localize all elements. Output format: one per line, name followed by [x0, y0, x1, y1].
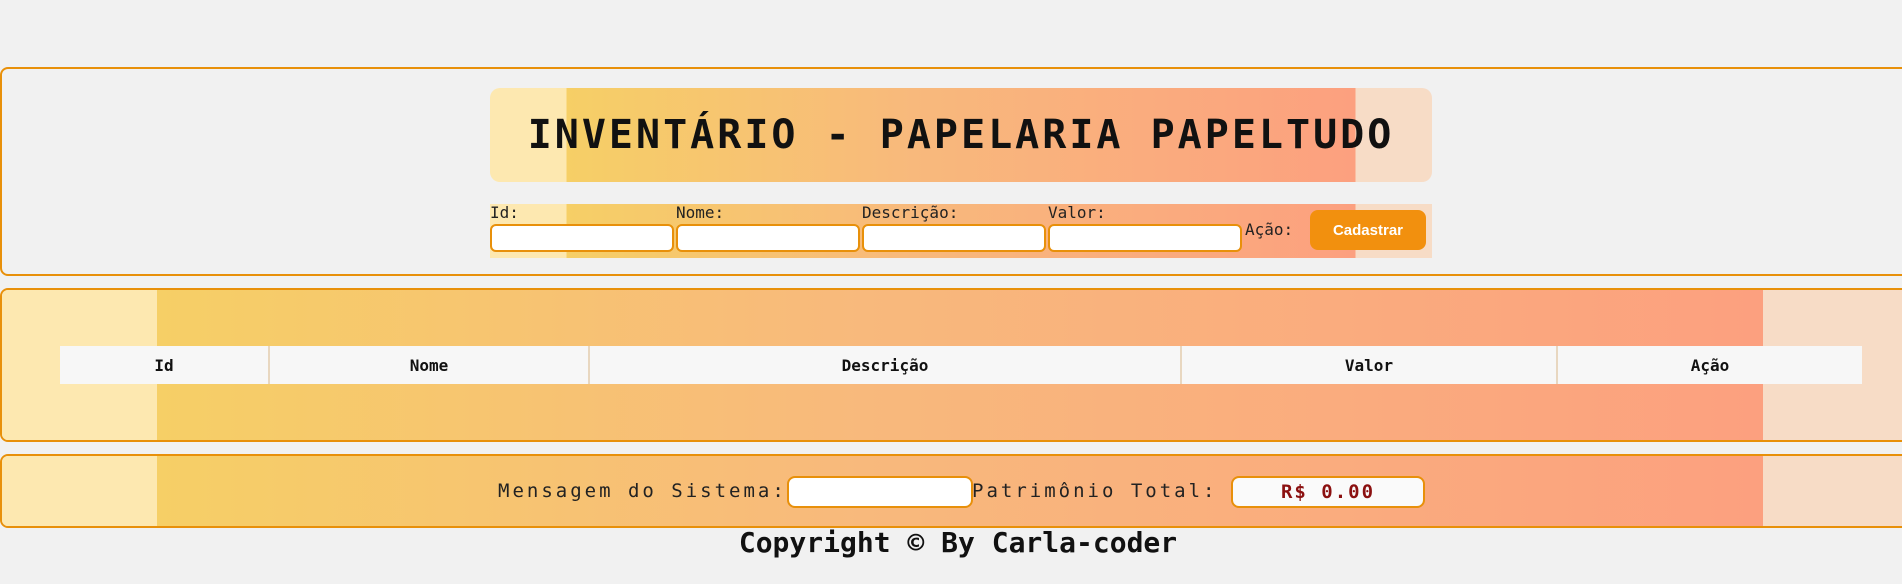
- system-message-label: Mensagem do Sistema:: [498, 480, 787, 502]
- nome-label: Nome:: [676, 203, 725, 222]
- copyright-label: Copyright © By Carla-coder: [738, 526, 1178, 559]
- nome-field-group: Nome:: [676, 204, 860, 252]
- column-header-acao: Ação: [1690, 355, 1730, 375]
- descricao-field-group: Descrição:: [862, 204, 1046, 252]
- column-header-nome: Nome: [269, 346, 590, 384]
- column-header-id: Id: [60, 346, 270, 384]
- inventory-panel: Id Nome Descrição Valor Ação: [0, 288, 1902, 442]
- header-panel: INVENTÁRIO - PAPELARIA PAPELTUDO Id: Nom…: [0, 67, 1902, 276]
- column-header-valor: Valor: [1181, 346, 1558, 384]
- id-field-group: Id:: [490, 204, 674, 252]
- patrimonio-total-value: R$ 0.00: [1231, 476, 1425, 508]
- status-panel: Mensagem do Sistema: Patrimônio Total: R…: [0, 454, 1902, 528]
- title-banner: INVENTÁRIO - PAPELARIA PAPELTUDO: [490, 88, 1432, 182]
- id-label: Id:: [490, 203, 519, 222]
- valor-label: Valor:: [1048, 203, 1106, 222]
- product-form: Id: Nome: Descrição: Valor: Ação: Cadast…: [490, 204, 1432, 258]
- descricao-label: Descrição:: [862, 203, 959, 222]
- descricao-input[interactable]: [862, 224, 1046, 252]
- valor-input[interactable]: [1048, 224, 1242, 252]
- system-message-field[interactable]: [787, 476, 973, 508]
- nome-input[interactable]: [676, 224, 860, 252]
- page-title: INVENTÁRIO - PAPELARIA PAPELTUDO: [527, 112, 1395, 158]
- id-input[interactable]: [490, 224, 674, 252]
- patrimonio-label: Patrimônio Total:: [972, 480, 1218, 502]
- cadastrar-button[interactable]: Cadastrar: [1310, 210, 1426, 250]
- column-header-descricao: Descrição: [589, 346, 1182, 384]
- valor-field-group: Valor:: [1048, 204, 1242, 252]
- acao-label: Ação:: [1245, 220, 1294, 239]
- inventory-table: Id Nome Descrição Valor Ação: [60, 346, 1862, 384]
- copyright-text: Copyright © By Carla-coder: [0, 526, 1902, 559]
- table-header-row: Id Nome Descrição Valor Ação: [60, 346, 1862, 384]
